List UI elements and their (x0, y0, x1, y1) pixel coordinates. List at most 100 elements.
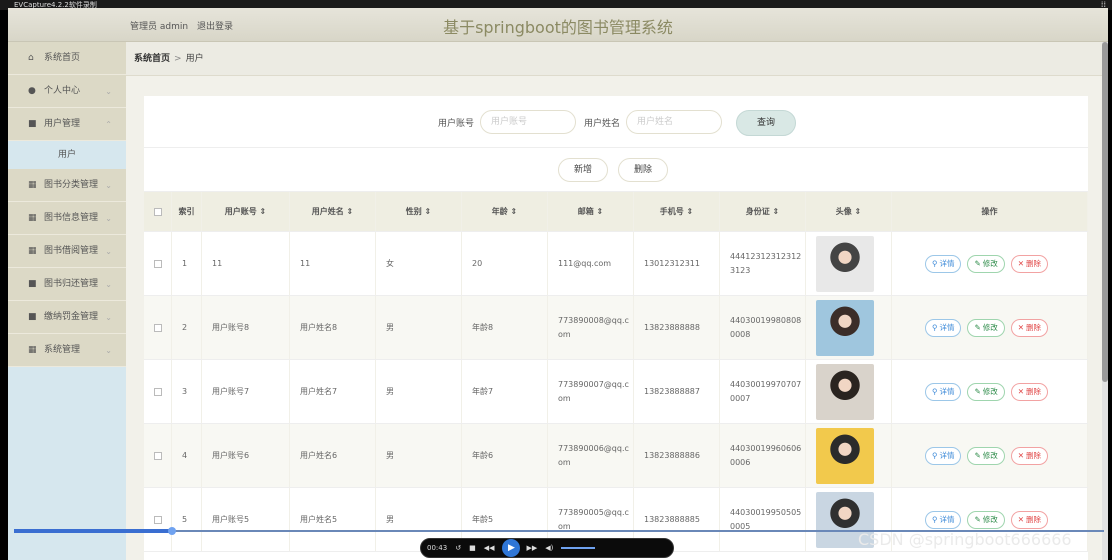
cell-index: 5 (172, 488, 202, 551)
cell-email: 773890006@qq.com (548, 424, 634, 487)
sidebar-item-home[interactable]: ⌂ 系统首页 (8, 42, 126, 75)
chevron-down-icon: ⌄ (105, 181, 112, 190)
delete-row-button[interactable]: ✕ 删除 (1010, 510, 1049, 529)
header-phone[interactable]: 手机号 ⇕ (634, 192, 720, 231)
row-checkbox[interactable] (154, 323, 162, 332)
detail-button[interactable]: ⚲ 详情 (924, 382, 962, 401)
next-icon[interactable]: ▶▶ (526, 544, 537, 552)
edit-icon: ✎ (974, 515, 981, 524)
header-idcard[interactable]: 身份证 ⇕ (720, 192, 806, 231)
cell-index: 1 (172, 232, 202, 295)
cell-index: 3 (172, 360, 202, 423)
video-progress-knob[interactable] (168, 527, 176, 535)
delete-row-button[interactable]: ✕ 删除 (1010, 254, 1049, 273)
header-age[interactable]: 年龄 ⇕ (462, 192, 548, 231)
sidebar-item-fine[interactable]: ■ 缴纳罚金管理 ⌄ (8, 301, 126, 334)
sidebar-item-user-manage[interactable]: ■ 用户管理 ⌃ (8, 108, 126, 141)
edit-button[interactable]: ✎ 修改 (967, 382, 1005, 401)
cell-idcard: 440300199707070007 (720, 360, 806, 423)
delete-button[interactable]: 删除 (618, 158, 668, 182)
sidebar-item-label: 缴纳罚金管理 (44, 312, 99, 322)
header-name[interactable]: 用户姓名 ⇕ (290, 192, 376, 231)
row-checkbox[interactable] (154, 515, 162, 524)
header-email[interactable]: 邮箱 ⇕ (548, 192, 634, 231)
sidebar-item-system[interactable]: ▦ 系统管理 ⌄ (8, 334, 126, 367)
row-checkbox[interactable] (154, 451, 162, 460)
table-header: 索引 用户账号 ⇕ 用户姓名 ⇕ 性别 ⇕ 年龄 ⇕ 邮箱 ⇕ 手机号 ⇕ 身份… (144, 192, 1088, 232)
sidebar-item-label: 图书分类管理 (44, 180, 99, 190)
rewind-icon[interactable]: ↺ (455, 544, 461, 552)
detail-button[interactable]: ⚲ 详情 (924, 318, 962, 337)
row-checkbox-cell[interactable] (144, 232, 172, 295)
header-checkbox-cell[interactable] (144, 192, 172, 231)
name-search-input[interactable]: 用户姓名 (626, 110, 722, 134)
edit-icon: ✎ (974, 323, 981, 332)
table-row: 4 用户账号6 用户姓名6 男年龄6 773890006@qq.com 138238888… (144, 424, 1088, 488)
search-icon: ⚲ (931, 387, 938, 396)
chevron-up-icon: ⌃ (105, 120, 112, 129)
edit-button[interactable]: ✎ 修改 (967, 254, 1005, 273)
delete-row-button[interactable]: ✕ 删除 (1010, 318, 1049, 337)
row-checkbox-cell[interactable] (144, 424, 172, 487)
cell-account: 11 (202, 232, 290, 295)
cell-account: 用户账号7 (202, 360, 290, 423)
scrollbar-thumb[interactable] (1102, 42, 1108, 382)
row-checkbox-cell[interactable] (144, 296, 172, 359)
delete-row-button[interactable]: ✕ 删除 (1010, 446, 1049, 465)
edit-button[interactable]: ✎ 修改 (967, 318, 1005, 337)
detail-button-label: 详情 (939, 259, 955, 268)
scrollbar[interactable] (1102, 42, 1108, 560)
breadcrumb: 系统首页 > 用户 (126, 42, 1108, 76)
user-avatar-image (816, 299, 874, 356)
sidebar-item-category[interactable]: ▦ 图书分类管理 ⌄ (8, 169, 126, 202)
sidebar-item-borrow[interactable]: ▦ 图书借阅管理 ⌄ (8, 235, 126, 268)
user-manage-icon: ■ (28, 119, 37, 129)
edit-button[interactable]: ✎ 修改 (967, 446, 1005, 465)
chevron-down-icon: ⌄ (105, 87, 112, 96)
select-all-checkbox[interactable] (153, 207, 162, 216)
cell-avatar (806, 296, 892, 359)
cell-index: 4 (172, 424, 202, 487)
cell-gender: 男 (376, 424, 462, 487)
close-icon: ✕ (1017, 515, 1025, 524)
header-avatar[interactable]: 头像 ⇕ (806, 192, 892, 231)
row-checkbox[interactable] (154, 387, 162, 396)
cell-index: 2 (172, 296, 202, 359)
row-checkbox-cell[interactable] (144, 488, 172, 551)
cell-idcard: 440300199808080008 (720, 296, 806, 359)
sidebar-item-profile[interactable]: ● 个人中心 ⌄ (8, 75, 126, 108)
detail-button[interactable]: ⚲ 详情 (924, 254, 962, 273)
delete-row-button-label: 删除 (1026, 259, 1042, 268)
row-checkbox-cell[interactable] (144, 360, 172, 423)
header-account[interactable]: 用户账号 ⇕ (202, 192, 290, 231)
prev-icon[interactable]: ◀◀ (484, 544, 495, 552)
detail-button-label: 详情 (939, 387, 955, 396)
row-checkbox[interactable] (154, 259, 162, 268)
cell-email: 111@qq.com (548, 232, 634, 295)
delete-row-button[interactable]: ✕ 删除 (1010, 382, 1049, 401)
play-icon[interactable]: ▶ (502, 539, 521, 557)
edit-button-label: 修改 (982, 323, 998, 332)
player-time: 00:43 (427, 544, 448, 552)
delete-row-button-label: 删除 (1026, 323, 1042, 332)
page-title: 基于springboot的图书管理系统 (443, 18, 673, 37)
header-gender[interactable]: 性别 ⇕ (376, 192, 462, 231)
detail-button[interactable]: ⚲ 详情 (924, 510, 962, 529)
sidebar-subitem-user[interactable]: 用户 (8, 141, 126, 169)
chevron-down-icon: ⌄ (105, 214, 112, 223)
breadcrumb-home[interactable]: 系统首页 (134, 54, 170, 64)
sidebar-item-book-info[interactable]: ▦ 图书信息管理 ⌄ (8, 202, 126, 235)
add-button[interactable]: 新增 (558, 158, 608, 182)
stop-icon[interactable]: ■ (469, 544, 476, 552)
detail-button[interactable]: ⚲ 详情 (924, 446, 962, 465)
volume-slider[interactable] (561, 547, 596, 549)
edit-button-label: 修改 (982, 515, 998, 524)
volume-icon[interactable]: ◀) (545, 544, 553, 552)
query-button[interactable]: 查询 (736, 110, 796, 136)
delete-row-button-label: 删除 (1026, 515, 1042, 524)
account-search-input[interactable]: 用户账号 (480, 110, 576, 134)
edit-button[interactable]: ✎ 修改 (967, 510, 1005, 529)
cell-operation: ⚲ 详情 ✎ 修改 ✕ 删除 (892, 360, 1088, 423)
detail-button-label: 详情 (939, 515, 955, 524)
sidebar-item-return[interactable]: ■ 图书归还管理 ⌄ (8, 268, 126, 301)
